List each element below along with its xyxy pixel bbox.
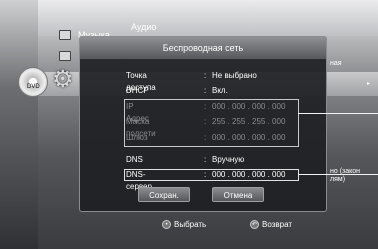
tv-screen: DVD ⚙ Музыка Аудио ная ▸ но (закон лям) … — [0, 0, 378, 249]
row-label: DNS — [126, 155, 143, 164]
row-label: DHCP — [126, 86, 149, 95]
dialog-title: Беспроводная сеть — [80, 37, 326, 59]
row-label: Шлюз — [126, 133, 148, 142]
row-value: 000 . 000 . 000 . 000 — [212, 102, 286, 111]
row-value: 255 . 255 . 255 . 000 — [212, 117, 286, 126]
left-panel — [0, 0, 38, 249]
button-hint-bar: • Выбрать ↶ Возврат — [120, 218, 325, 232]
wireless-network-dialog: Беспроводная сеть Точка доступа : Не выб… — [79, 36, 327, 212]
gear-icon[interactable]: ⚙ — [52, 68, 74, 92]
chevron-right-icon: ▸ — [367, 81, 371, 87]
photo-category-icon — [59, 51, 71, 61]
hint-back: ↶ Возврат — [250, 220, 292, 230]
callout-line-ip — [298, 113, 378, 114]
cancel-button[interactable]: Отмена — [212, 187, 264, 202]
save-button[interactable]: Сохран. — [138, 187, 190, 202]
top-band — [0, 0, 378, 36]
row-value: Не выбрано — [212, 71, 257, 80]
return-icon: ↶ — [250, 220, 259, 230]
callout-line-dns-server — [298, 174, 378, 175]
disc-label: DVD — [27, 84, 40, 90]
disc-icon — [18, 67, 48, 97]
enter-button-icon: • — [162, 220, 171, 230]
music-category-icon — [59, 30, 71, 40]
row-value: Вкл. — [212, 86, 228, 95]
row-value: Вручную — [212, 155, 245, 164]
row-value: 000 . 000 . 000 . 000 — [212, 170, 286, 179]
background-menu-text-2: но (закон лям) — [330, 168, 361, 183]
background-menu-text: ная — [330, 60, 342, 67]
menu-audio[interactable]: Аудио — [131, 22, 156, 32]
hint-select: • Выбрать — [162, 218, 206, 232]
row-value: 000 . 000 . 000 . 000 — [212, 133, 286, 142]
